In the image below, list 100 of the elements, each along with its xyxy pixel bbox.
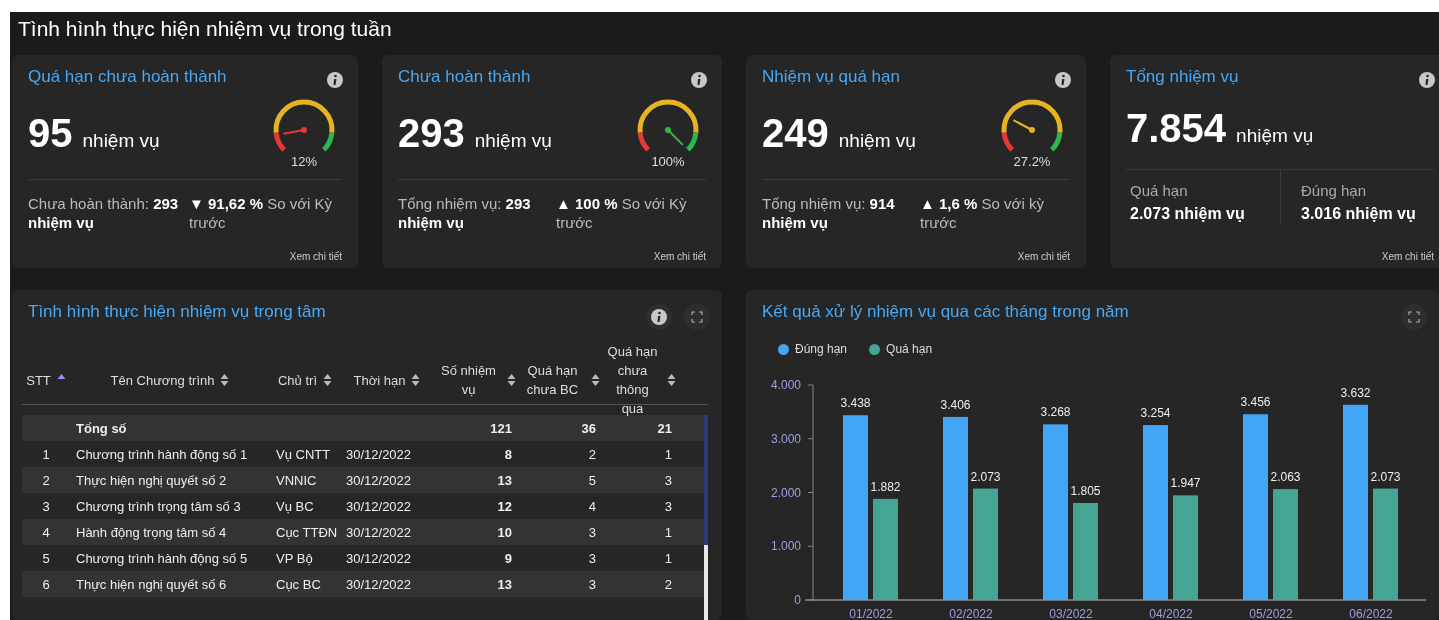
y-tick-label: 1.000 [770, 539, 801, 554]
table-cell-text: 30/12/2022 [345, 524, 413, 540]
legend-label[interactable]: Đúng hạn [795, 342, 848, 356]
table-cell-text: Chương trình hành động số 1 [75, 446, 249, 462]
legend-label[interactable]: Quá hạn [886, 342, 933, 356]
bar-value-label: 1.947 [1170, 476, 1201, 491]
info-icon[interactable] [1054, 71, 1072, 89]
table-cell-text: 10 [496, 524, 513, 540]
table-cell-text: 13 [496, 576, 513, 592]
gauge-percent: 27.2% [1013, 153, 1051, 169]
info-button[interactable] [646, 304, 672, 330]
column-header[interactable]: Quá hạn chưa thông qua [604, 342, 661, 418]
x-tick-label: 01/2022 [849, 607, 893, 620]
details-link[interactable]: Xem chi tiết [653, 251, 706, 262]
x-tick-label: 05/2022 [1249, 607, 1293, 620]
table-cell-text: Chương trình trọng tâm số 3 [75, 498, 242, 514]
sort-icon[interactable] [323, 373, 332, 387]
bar-value-label: 2.073 [970, 469, 1001, 484]
table-cell-text: VNNIC [275, 472, 318, 488]
card-value: 7.854 [1126, 105, 1227, 151]
bar-value-label: 3.456 [1240, 395, 1271, 410]
table-cell-text: Vụ BC [275, 498, 315, 514]
bar-value-label: 3.406 [940, 397, 971, 412]
x-tick-label: 02/2022 [949, 607, 993, 620]
sort-icon[interactable] [507, 373, 516, 387]
x-tick-label: 06/2022 [1349, 607, 1393, 620]
table-cell-text: Hành động trọng tâm số 4 [75, 524, 228, 540]
fullscreen-button[interactable] [684, 304, 710, 330]
gauge-needle [1012, 118, 1035, 133]
trend-text: ▲ 100 % So với Kỳ trước [556, 194, 688, 232]
trend-text: ▲ 1,6 % So với kỳ trước [920, 194, 1045, 232]
column-header[interactable]: Tên Chương trình [110, 370, 215, 390]
table-cell-text: 2 [587, 446, 597, 462]
table-cell-text: 121 [489, 420, 513, 436]
table-cell-text: 3 [587, 576, 597, 592]
x-tick-label: 03/2022 [1049, 607, 1093, 620]
table-row[interactable]: 5 Chương trình hành động số 5 VP Bộ 30/12/2022 9 3 1 [22, 545, 708, 571]
gauge-percent: 100% [651, 153, 685, 169]
column-header[interactable]: Quá hạn chưa BC [520, 361, 585, 399]
scrollbar[interactable] [704, 415, 708, 620]
gauge-needle [665, 126, 684, 146]
info-icon[interactable] [1418, 71, 1436, 89]
table-cell-text: Cục TTĐN [275, 524, 339, 540]
table-cell-text: Thực hiện nghị quyết số 6 [75, 576, 228, 592]
info-icon [650, 308, 668, 326]
bar-value-label: 3.268 [1040, 405, 1071, 420]
table-cell-text: 5 [587, 472, 597, 488]
bar-value-label: 3.254 [1140, 406, 1171, 421]
table-cell-text: Cục BC [275, 576, 322, 592]
table-cell-text: 30/12/2022 [345, 446, 413, 462]
x-tick-label: 04/2022 [1149, 607, 1193, 620]
table-cell-text: 1 [663, 446, 673, 462]
details-link[interactable]: Xem chi tiết [1381, 251, 1434, 262]
table-cell-text: 9 [503, 550, 513, 566]
y-tick-label: 3.000 [770, 431, 801, 446]
fullscreen-button[interactable] [1401, 304, 1427, 330]
bar-value-label: 3.632 [1340, 385, 1371, 400]
table-cell-text: 1 [663, 524, 673, 540]
table-row[interactable]: 1 Chương trình hành động số 1 Vụ CNTT 30/12/2022 8 2 1 [22, 441, 708, 467]
card-value: 249 [762, 110, 829, 156]
table-cell-text: 5 [41, 550, 51, 566]
table-cell-text: 12 [496, 498, 513, 514]
column-header[interactable]: Số nhiệm vụ [436, 361, 501, 399]
table-cell-text: 3 [663, 498, 673, 514]
table-cell-text: 30/12/2022 [345, 576, 413, 592]
y-tick-label: 0 [794, 593, 801, 607]
card-unit: nhiệm vụ [1236, 124, 1314, 147]
card-unit: nhiệm vụ [82, 129, 160, 152]
part-label: Quá hạn [1130, 182, 1189, 199]
table-cell-text: 4 [587, 498, 597, 514]
table-cell-text: 4 [41, 524, 51, 540]
table-cell-text: Chương trình hành động số 5 [75, 550, 249, 566]
bar-value-label: 1.805 [1070, 484, 1101, 498]
card-title: Nhiệm vụ quá hạn [762, 67, 900, 87]
details-link[interactable]: Xem chi tiết [289, 251, 342, 262]
table-cell-text: 36 [580, 420, 597, 436]
table-cell-text: 6 [41, 576, 51, 592]
sort-icon[interactable] [667, 373, 676, 387]
table-cell-text: 1 [663, 550, 673, 566]
sort-icon[interactable] [591, 373, 600, 387]
column-header[interactable]: STT [26, 370, 51, 390]
table-cell-text: 30/12/2022 [345, 498, 413, 514]
fullscreen-icon [1408, 311, 1420, 323]
sort-icon[interactable] [220, 373, 230, 387]
details-link[interactable]: Xem chi tiết [1017, 251, 1070, 262]
table-cell-text: VP Bộ [275, 550, 314, 566]
table-cell-text: 21 [656, 420, 673, 436]
panel-title: Kết quả xử lý nhiệm vụ qua các tháng trong năm [762, 302, 1129, 321]
column-header[interactable]: Thời hạn [353, 370, 406, 390]
bar-value-label: 2.063 [1270, 470, 1301, 485]
sort-icon[interactable] [411, 373, 421, 387]
gauge-percent: 12% [291, 153, 317, 169]
card-title: Tổng nhiệm vụ [1126, 67, 1239, 87]
table-row[interactable]: 3 Chương trình trọng tâm số 3 Vụ BC 30/12/2022 12 4 3 [22, 493, 708, 519]
bar-value-label: 2.073 [1370, 469, 1401, 484]
info-icon[interactable] [326, 71, 344, 89]
card-detail: Chưa hoàn thành: 293 nhiệm vụ [28, 194, 180, 232]
info-icon[interactable] [690, 71, 708, 89]
column-header[interactable]: Chủ trì [278, 370, 317, 390]
fullscreen-icon [691, 311, 703, 323]
